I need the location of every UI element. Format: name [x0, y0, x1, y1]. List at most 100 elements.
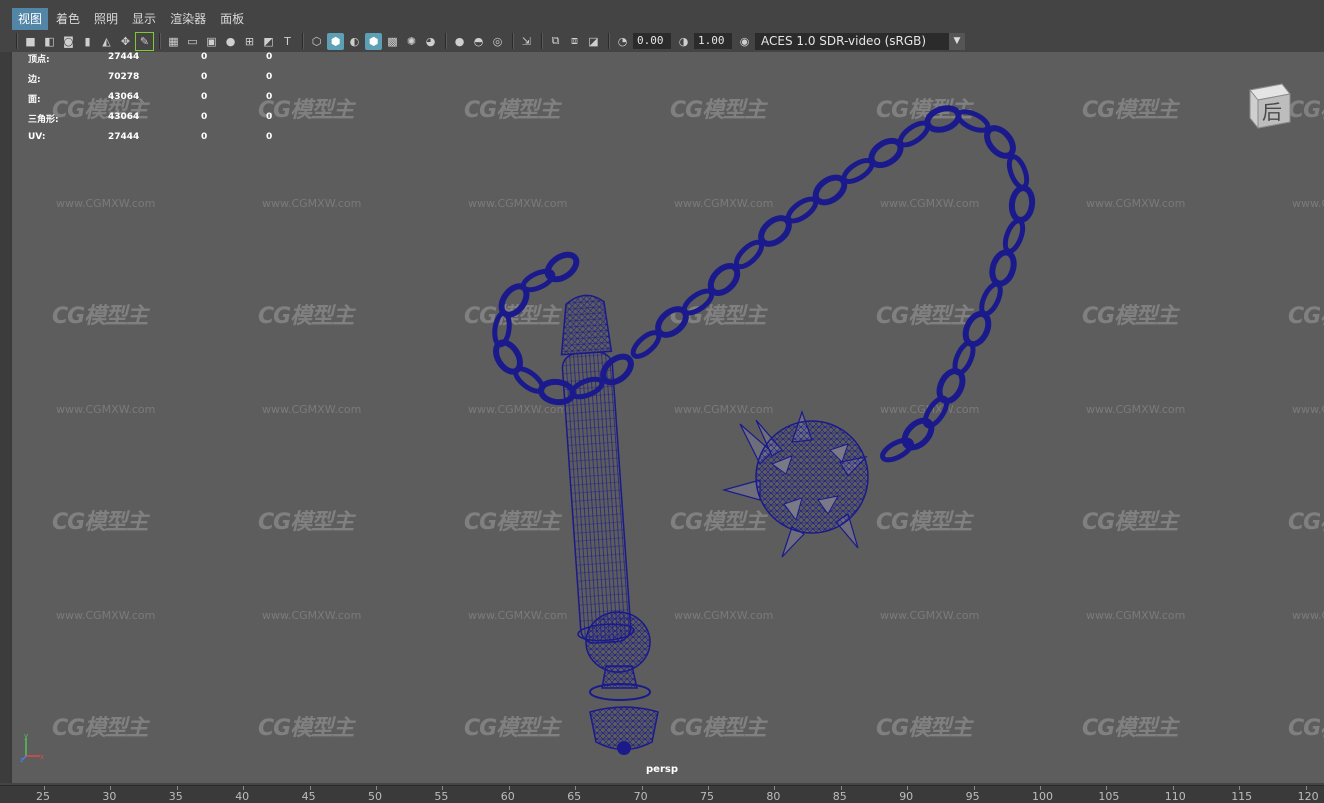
chain-link [989, 249, 1017, 287]
xray-icon[interactable]: ⧉ [547, 33, 564, 50]
ruler-tick-mark [1305, 786, 1307, 790]
two-d-pan-zoom-icon[interactable]: ✥ [117, 33, 134, 50]
resolution-gate-icon[interactable]: ▣ [203, 33, 220, 50]
spiked-ball [721, 410, 869, 558]
camera-attributes-icon[interactable]: ◧ [41, 33, 58, 50]
use-all-lights-icon[interactable]: ✺ [403, 33, 420, 50]
isolate-select-icon[interactable]: ⇲ [518, 33, 535, 50]
ruler-tick-mark [840, 786, 842, 790]
ruler-tick-label: 70 [633, 790, 648, 803]
antialiasing-icon[interactable]: ◎ [489, 33, 506, 50]
smooth-shade-icon[interactable]: ⬢ [327, 32, 344, 50]
chain-link [1002, 218, 1026, 254]
camera-name-label: persp [646, 764, 678, 775]
ruler-tick-label: 85 [832, 790, 847, 803]
ruler-tick-mark [442, 786, 444, 790]
exposure-icon[interactable]: ◔ [614, 33, 631, 50]
wireframe-on-shaded-icon[interactable]: ⬢ [365, 32, 382, 50]
field-chart-icon[interactable]: ⊞ [241, 33, 258, 50]
viewcube-face-label: 后 [1262, 100, 1282, 124]
backface-culling-icon[interactable]: ◪ [585, 33, 602, 50]
ruler-tick-mark [176, 786, 178, 790]
menu-panels[interactable]: 面板 [214, 8, 250, 30]
chain-link [880, 437, 914, 463]
ruler-tick-mark [1040, 786, 1041, 790]
ruler-tick-mark [376, 786, 377, 790]
chevron-down-icon[interactable]: ▼ [949, 32, 965, 50]
ruler-tick-mark [1239, 786, 1241, 790]
toolbar-separator [159, 33, 161, 49]
default-material-icon[interactable]: ◐ [346, 33, 363, 50]
ruler-tick-mark [508, 786, 510, 790]
ruler-tick-label: 35 [168, 790, 183, 803]
gate-mask-icon[interactable]: ● [222, 33, 239, 50]
axis-y-label: y [24, 732, 28, 740]
ruler-tick-label: 25 [36, 790, 50, 803]
ruler-tick-label: 50 [368, 790, 382, 803]
toolbar-separator [512, 33, 514, 49]
axis-gizmo-icon: x y z [20, 732, 44, 762]
ruler-tick-label: 75 [700, 790, 714, 803]
chain-link [1008, 185, 1036, 223]
menu-view[interactable]: 视图 [12, 8, 49, 30]
pommel [585, 611, 659, 755]
ruler-tick-label: 40 [235, 790, 250, 803]
safe-action-icon[interactable]: ◩ [260, 33, 277, 50]
handle [560, 294, 635, 644]
time-slider-ruler[interactable]: 25 30 35 40 45 50 55 60 65 70 75 80 85 90 95 100 105 110 1… [0, 785, 1324, 803]
menu-lighting[interactable]: 照明 [88, 8, 124, 30]
ruler-tick-label: 30 [102, 790, 117, 803]
ruler-tick-mark [708, 786, 709, 790]
menu-shading[interactable]: 着色 [50, 8, 86, 30]
ruler-tick-label: 55 [434, 790, 449, 803]
viewport-menubar: 视图 着色 照明 显示 渲染器 面板 [0, 0, 1324, 30]
chain-link [1006, 154, 1030, 190]
menu-show[interactable]: 显示 [126, 8, 162, 30]
ruler-tick-mark [243, 786, 245, 790]
ruler-tick-label: 120 [1297, 790, 1319, 803]
film-gate-icon[interactable]: ▭ [184, 33, 201, 50]
ruler-tick-mark [44, 786, 45, 790]
color-space-dropdown[interactable]: ACES 1.0 SDR-video (sRGB) ▼ [755, 32, 965, 50]
ruler-tick-mark [575, 786, 577, 790]
shadows-icon[interactable]: ◕ [422, 33, 439, 50]
ruler-tick-mark [973, 786, 975, 790]
textured-icon[interactable]: ▩ [384, 33, 401, 50]
safe-title-icon[interactable]: T [279, 33, 296, 50]
chain-link [901, 417, 935, 451]
chain-link [924, 105, 962, 133]
ruler-tick-mark [907, 786, 909, 790]
camera-lock-icon[interactable]: ◙ [60, 33, 77, 50]
3d-viewport[interactable]: CG模型主 www.CGMXW.com CG模型主 www.CGMXW.com CG模型… [10, 52, 1324, 783]
ruler-tick-mark [1172, 786, 1174, 790]
menu-renderer[interactable]: 渲染器 [164, 8, 212, 30]
grid-icon[interactable]: ▦ [165, 33, 182, 50]
toolbar-separator [16, 33, 18, 49]
ruler-tick-label: 105 [1098, 790, 1120, 803]
ruler-tick-mark [110, 786, 112, 790]
color-management-icon[interactable]: ◉ [736, 33, 753, 50]
wireframe-icon[interactable]: ⬡ [308, 33, 325, 50]
ruler-tick-label: 65 [567, 790, 582, 803]
exposure-field[interactable]: 0.00 [633, 33, 671, 49]
select-camera-icon[interactable]: ■ [22, 33, 39, 50]
bookmark-icon[interactable]: ▮ [79, 33, 96, 50]
viewcube[interactable]: 后 [1242, 82, 1292, 132]
ruler-tick-label: 100 [1032, 790, 1053, 803]
toolbar-separator [541, 33, 543, 49]
color-space-label: ACES 1.0 SDR-video (sRGB) [761, 33, 927, 48]
flail-wireframe-model[interactable] [12, 52, 1324, 783]
ruler-tick-label: 45 [301, 790, 316, 803]
axis-x-label: x [40, 753, 44, 761]
ruler-tick-label: 115 [1231, 790, 1253, 803]
motion-blur-icon[interactable]: ◓ [470, 33, 487, 50]
ruler-tick-mark [774, 786, 776, 790]
screen-space-ao-icon[interactable]: ● [451, 33, 468, 50]
toolbar-separator [608, 33, 610, 49]
image-plane-icon[interactable]: ◭ [98, 33, 115, 50]
gamma-field[interactable]: 1.00 [694, 33, 732, 49]
gamma-icon[interactable]: ◑ [675, 33, 692, 50]
xray-joints-icon[interactable]: ⧈ [566, 33, 583, 50]
grease-pencil-icon[interactable]: ✎ [135, 31, 154, 51]
ruler-tick-mark [309, 786, 311, 790]
